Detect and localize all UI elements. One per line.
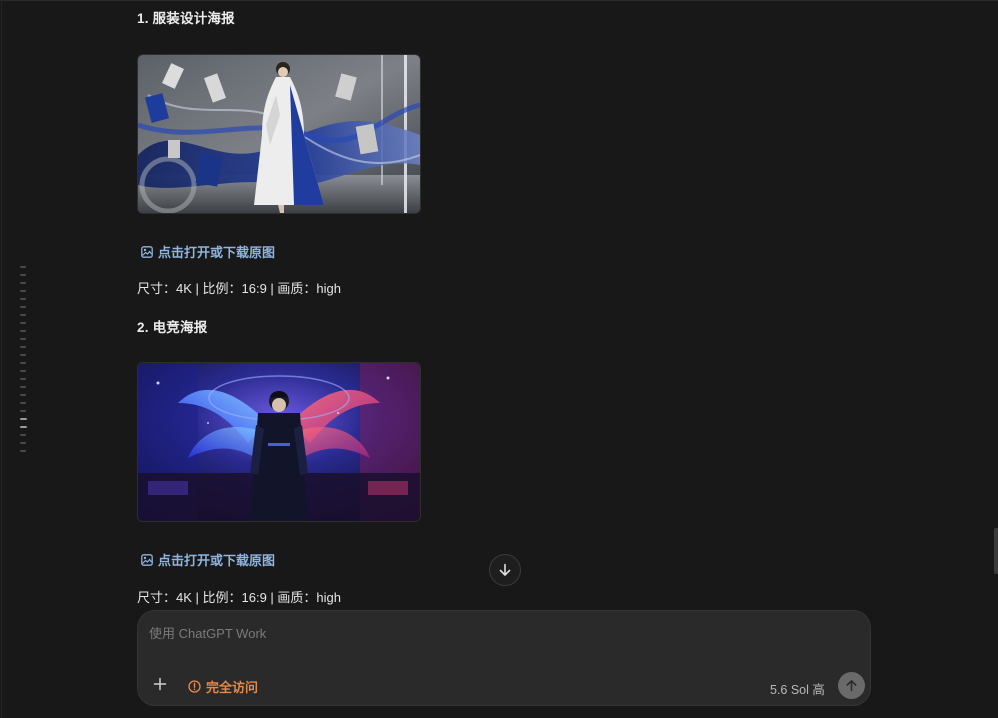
image-icon xyxy=(141,553,153,566)
timeline-tick[interactable] xyxy=(20,378,26,380)
timeline-tick[interactable] xyxy=(20,354,26,356)
message-input[interactable] xyxy=(149,626,839,641)
send-button[interactable] xyxy=(838,672,865,699)
model-selector[interactable]: 5.6 Sol 高 xyxy=(770,679,825,698)
timeline-tick[interactable] xyxy=(20,306,26,308)
fashion-image-meta: 尺寸：4K | 比例：16:9 | 画质：high xyxy=(137,281,341,296)
timeline-tick-active[interactable] xyxy=(20,418,27,420)
fashion-poster-image[interactable] xyxy=(137,54,421,214)
timeline-tick[interactable] xyxy=(20,362,26,364)
esports-poster-image[interactable] xyxy=(137,362,421,522)
timeline-tick[interactable] xyxy=(20,346,26,348)
timeline-tick[interactable] xyxy=(20,274,26,276)
alert-circle-icon xyxy=(188,680,201,693)
window-top-border xyxy=(0,0,998,1)
full-access-button[interactable]: 完全访问 xyxy=(188,677,258,696)
esports-open-original-link[interactable]: 点击打开或下载原图 xyxy=(141,550,275,569)
timeline-tick-active[interactable] xyxy=(20,426,27,428)
timeline-tick[interactable] xyxy=(20,434,26,436)
timeline-tick[interactable] xyxy=(20,298,26,300)
add-attachment-button[interactable] xyxy=(151,677,169,695)
timeline-tick[interactable] xyxy=(20,394,26,396)
timeline-tick[interactable] xyxy=(20,290,26,292)
plus-icon xyxy=(153,677,167,691)
timeline-tick[interactable] xyxy=(20,450,26,452)
section-heading-fashion: 1. 服装设计海报 xyxy=(137,11,235,26)
timeline-tick[interactable] xyxy=(20,410,26,412)
fashion-poster-artwork xyxy=(138,55,420,213)
timeline-tick[interactable] xyxy=(20,338,26,340)
conversation-timeline[interactable] xyxy=(20,266,28,458)
timeline-tick[interactable] xyxy=(20,442,26,444)
timeline-tick[interactable] xyxy=(20,386,26,388)
timeline-tick[interactable] xyxy=(20,282,26,284)
full-access-label: 完全访问 xyxy=(206,680,259,695)
arrow-up-icon xyxy=(846,680,857,692)
timeline-tick[interactable] xyxy=(20,266,26,268)
scroll-to-bottom-button[interactable] xyxy=(489,554,521,586)
fashion-open-original-link[interactable]: 点击打开或下载原图 xyxy=(141,242,275,261)
timeline-tick[interactable] xyxy=(20,314,26,316)
esports-poster-artwork xyxy=(138,363,420,521)
esports-link-label: 点击打开或下载原图 xyxy=(158,553,276,568)
image-icon xyxy=(141,245,153,258)
arrow-down-icon xyxy=(499,563,511,576)
message-composer: 完全访问 5.6 Sol 高 xyxy=(137,610,871,706)
timeline-tick[interactable] xyxy=(20,370,26,372)
timeline-tick[interactable] xyxy=(20,322,26,324)
esports-image-meta: 尺寸：4K | 比例：16:9 | 画质：high xyxy=(137,590,341,605)
window-left-border xyxy=(1,0,2,718)
timeline-tick[interactable] xyxy=(20,402,26,404)
section-heading-esports: 2. 电竞海报 xyxy=(137,320,208,335)
fashion-link-label: 点击打开或下载原图 xyxy=(158,245,276,260)
page-scrollbar[interactable] xyxy=(994,528,998,574)
timeline-tick[interactable] xyxy=(20,330,26,332)
